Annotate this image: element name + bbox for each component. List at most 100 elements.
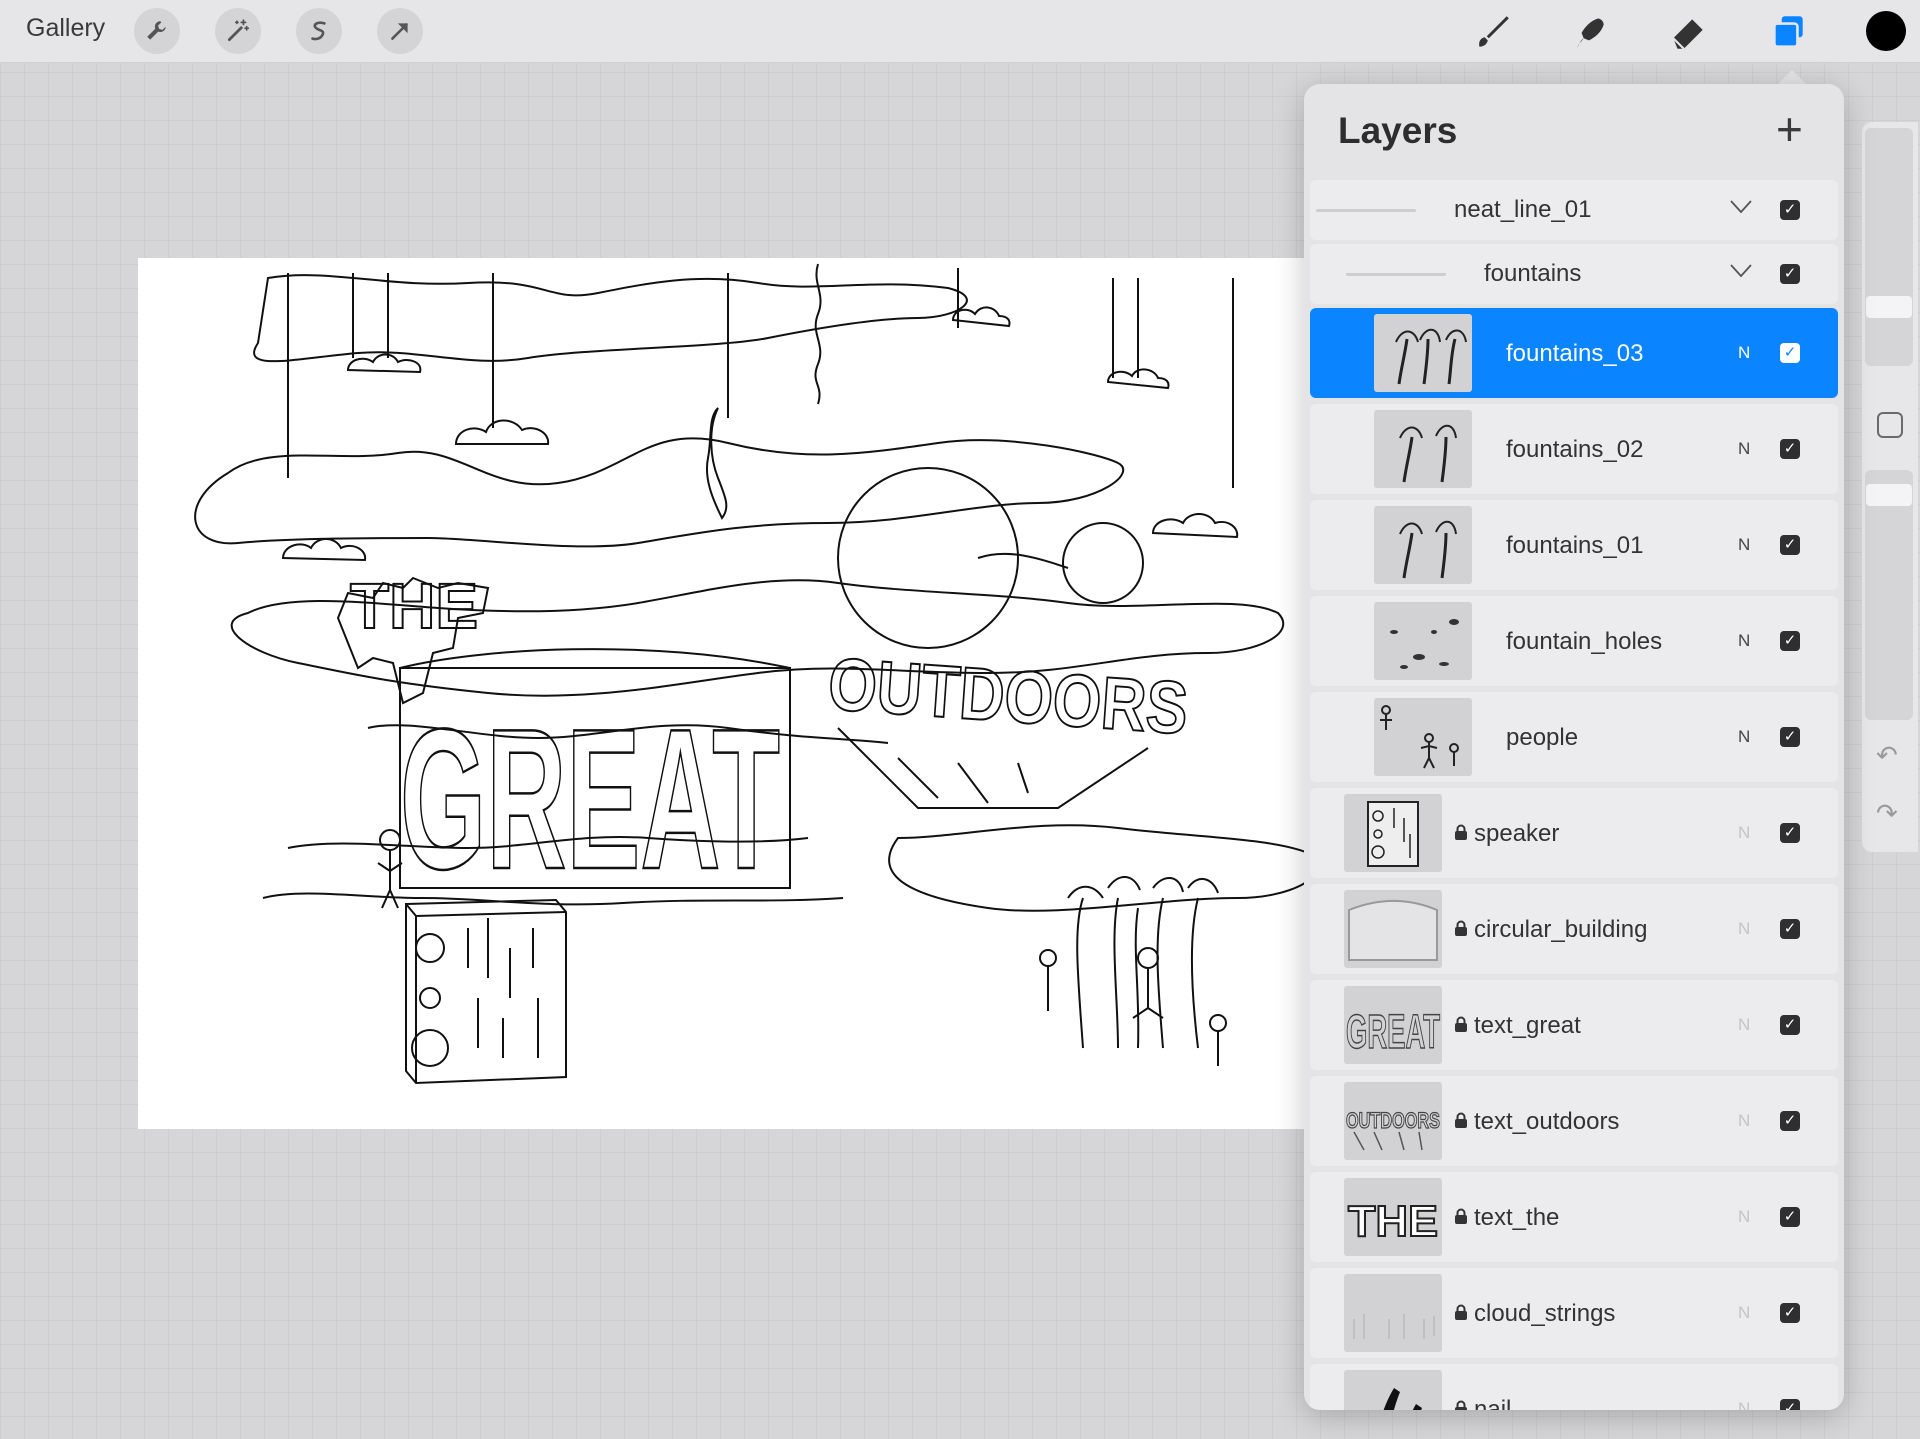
layer-thumbnail: [1374, 314, 1472, 392]
group-indicator: [1346, 273, 1446, 276]
brush-icon[interactable]: [1468, 8, 1516, 56]
visibility-checkbox[interactable]: ✓: [1780, 631, 1800, 651]
chevron-down-icon[interactable]: [1730, 200, 1752, 214]
layer-name: fountain_holes: [1506, 628, 1663, 655]
layer-thumbnail: [1374, 602, 1472, 680]
gallery-button[interactable]: Gallery: [26, 14, 105, 43]
layer-row[interactable]: nail N ✓: [1310, 1364, 1838, 1410]
layer-row-selected[interactable]: fountains_03 N ✓: [1310, 308, 1838, 398]
transform-arrow-icon[interactable]: [377, 8, 423, 54]
lock-icon: [1454, 1016, 1468, 1032]
svg-text:GREAT: GREAT: [400, 688, 780, 911]
color-picker-swatch[interactable]: [1866, 11, 1906, 51]
layer-row[interactable]: speaker N ✓: [1310, 788, 1838, 878]
blend-mode-label[interactable]: N: [1738, 631, 1750, 651]
blend-mode-label[interactable]: N: [1738, 1303, 1750, 1323]
svg-text:THE: THE: [1348, 1197, 1438, 1246]
blend-mode-label[interactable]: N: [1738, 727, 1750, 747]
smudge-icon[interactable]: [1566, 8, 1614, 56]
eraser-icon[interactable]: [1664, 8, 1712, 56]
layer-thumbnail: OUTDOORS: [1344, 1082, 1442, 1160]
add-layer-button[interactable]: +: [1776, 106, 1803, 152]
layer-name: fountains_03: [1506, 340, 1644, 367]
layer-name: nail: [1474, 1396, 1512, 1410]
layer-name: circular_building: [1474, 916, 1648, 943]
selection-icon[interactable]: [296, 8, 342, 54]
layer-group-row[interactable]: neat_line_01 ✓: [1310, 180, 1838, 240]
group-indicator: [1316, 209, 1416, 212]
visibility-checkbox[interactable]: ✓: [1780, 727, 1800, 747]
visibility-checkbox[interactable]: ✓: [1780, 535, 1800, 555]
blend-mode-label[interactable]: N: [1738, 343, 1750, 363]
visibility-checkbox[interactable]: ✓: [1780, 919, 1800, 939]
redo-icon[interactable]: ↷: [1876, 798, 1898, 829]
layer-name: fountains_01: [1506, 532, 1644, 559]
group-name: fountains: [1484, 260, 1582, 287]
layer-name: speaker: [1474, 820, 1560, 847]
brush-size-slider[interactable]: [1865, 128, 1913, 366]
layer-thumbnail: [1344, 794, 1442, 872]
visibility-checkbox[interactable]: ✓: [1780, 1303, 1800, 1323]
layer-row[interactable]: fountains_02 N ✓: [1310, 404, 1838, 494]
panel-pointer: [1778, 70, 1806, 84]
visibility-checkbox[interactable]: ✓: [1780, 439, 1800, 459]
brush-size-knob[interactable]: [1866, 296, 1912, 318]
layer-row[interactable]: circular_building N ✓: [1310, 884, 1838, 974]
blend-mode-label[interactable]: N: [1738, 439, 1750, 459]
layer-row[interactable]: cloud_strings N ✓: [1310, 1268, 1838, 1358]
layer-thumbnail: [1344, 890, 1442, 968]
wrench-icon[interactable]: [134, 8, 180, 54]
layer-thumbnail: [1374, 506, 1472, 584]
layer-name: fountains_02: [1506, 436, 1644, 463]
layer-thumbnail: [1374, 698, 1472, 776]
visibility-checkbox[interactable]: ✓: [1780, 264, 1800, 284]
visibility-checkbox[interactable]: ✓: [1780, 1399, 1800, 1410]
magic-wand-icon[interactable]: [215, 8, 261, 54]
blend-mode-label[interactable]: N: [1738, 1111, 1750, 1131]
blend-mode-label[interactable]: N: [1738, 919, 1750, 939]
lock-icon: [1454, 1304, 1468, 1320]
lock-icon: [1454, 1400, 1468, 1410]
artwork: THE GREAT OUTDOORS: [194, 263, 1321, 1085]
layer-row[interactable]: people N ✓: [1310, 692, 1838, 782]
drawing-canvas[interactable]: THE GREAT OUTDOORS: [138, 258, 1338, 1129]
visibility-checkbox[interactable]: ✓: [1780, 1207, 1800, 1227]
blend-mode-label[interactable]: N: [1738, 535, 1750, 555]
layer-thumbnail: GREAT: [1344, 986, 1442, 1064]
lock-icon: [1454, 824, 1468, 840]
layer-row[interactable]: fountain_holes N ✓: [1310, 596, 1838, 686]
layer-thumbnail: [1344, 1370, 1442, 1410]
layer-group-row[interactable]: fountains ✓: [1310, 244, 1838, 304]
visibility-checkbox[interactable]: ✓: [1780, 343, 1800, 363]
layer-name: people: [1506, 724, 1579, 751]
visibility-checkbox[interactable]: ✓: [1780, 1015, 1800, 1035]
blend-mode-label[interactable]: N: [1738, 1399, 1750, 1410]
visibility-checkbox[interactable]: ✓: [1780, 1111, 1800, 1131]
chevron-down-icon[interactable]: [1730, 264, 1752, 278]
lock-icon: [1454, 1112, 1468, 1128]
layer-name: text_the: [1474, 1204, 1560, 1231]
layer-row[interactable]: THE text_the N ✓: [1310, 1172, 1838, 1262]
blend-mode-label[interactable]: N: [1738, 823, 1750, 843]
undo-icon[interactable]: ↶: [1876, 740, 1898, 771]
layer-name: cloud_strings: [1474, 1300, 1616, 1327]
opacity-knob[interactable]: [1866, 484, 1912, 506]
modify-square-icon[interactable]: [1877, 412, 1903, 438]
layer-row[interactable]: GREAT text_great N ✓: [1310, 980, 1838, 1070]
layer-thumbnail: [1344, 1274, 1442, 1352]
svg-text:THE: THE: [350, 570, 478, 642]
layer-thumbnail: THE: [1344, 1178, 1442, 1256]
layers-icon[interactable]: [1764, 8, 1812, 56]
visibility-checkbox[interactable]: ✓: [1780, 823, 1800, 843]
svg-text:GREAT: GREAT: [1346, 1006, 1440, 1059]
blend-mode-label[interactable]: N: [1738, 1015, 1750, 1035]
layer-row[interactable]: fountains_01 N ✓: [1310, 500, 1838, 590]
opacity-slider[interactable]: [1865, 470, 1913, 720]
blend-mode-label[interactable]: N: [1738, 1207, 1750, 1227]
visibility-checkbox[interactable]: ✓: [1780, 200, 1800, 220]
layer-name: text_great: [1474, 1012, 1581, 1039]
panel-title: Layers: [1338, 110, 1458, 151]
top-toolbar: Gallery: [0, 0, 1920, 63]
layer-row[interactable]: OUTDOORS text_outdoors N ✓: [1310, 1076, 1838, 1166]
lock-icon: [1454, 920, 1468, 936]
